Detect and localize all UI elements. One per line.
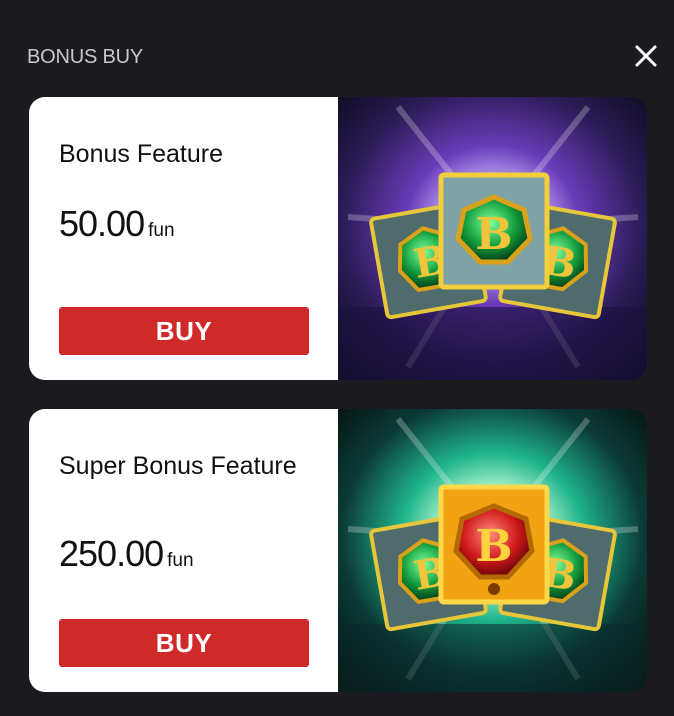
price-unit: fun xyxy=(167,550,194,571)
card-info: Bonus Feature 50.00 fun BUY xyxy=(29,97,338,380)
bonus-symbols-image: B B B xyxy=(338,97,647,380)
buy-super-bonus-feature-button[interactable]: BUY xyxy=(59,619,309,667)
super-bonus-symbols-image: B B B xyxy=(338,409,647,692)
bonus-feature-artwork: B B B xyxy=(338,97,647,380)
modal-title: BONUS BUY xyxy=(27,46,144,68)
price: 50.00 fun xyxy=(59,203,175,245)
buy-bonus-feature-button[interactable]: BUY xyxy=(59,307,309,355)
price-unit: fun xyxy=(148,220,175,241)
svg-text:B: B xyxy=(475,521,512,572)
price-value: 50.00 xyxy=(59,203,145,244)
close-icon xyxy=(635,45,657,67)
super-bonus-feature-artwork: B B B xyxy=(338,409,647,692)
feature-name: Super Bonus Feature xyxy=(59,452,297,480)
feature-name: Bonus Feature xyxy=(59,140,223,168)
price-value: 250.00 xyxy=(59,533,164,574)
card-info: Super Bonus Feature 250.00 fun BUY xyxy=(29,409,338,692)
price: 250.00 fun xyxy=(59,533,194,575)
super-bonus-feature-card: Super Bonus Feature 250.00 fun BUY B B B xyxy=(29,409,647,692)
svg-text:B: B xyxy=(475,209,512,260)
close-button[interactable] xyxy=(632,42,660,70)
bonus-feature-card: Bonus Feature 50.00 fun BUY B B B xyxy=(29,97,647,380)
